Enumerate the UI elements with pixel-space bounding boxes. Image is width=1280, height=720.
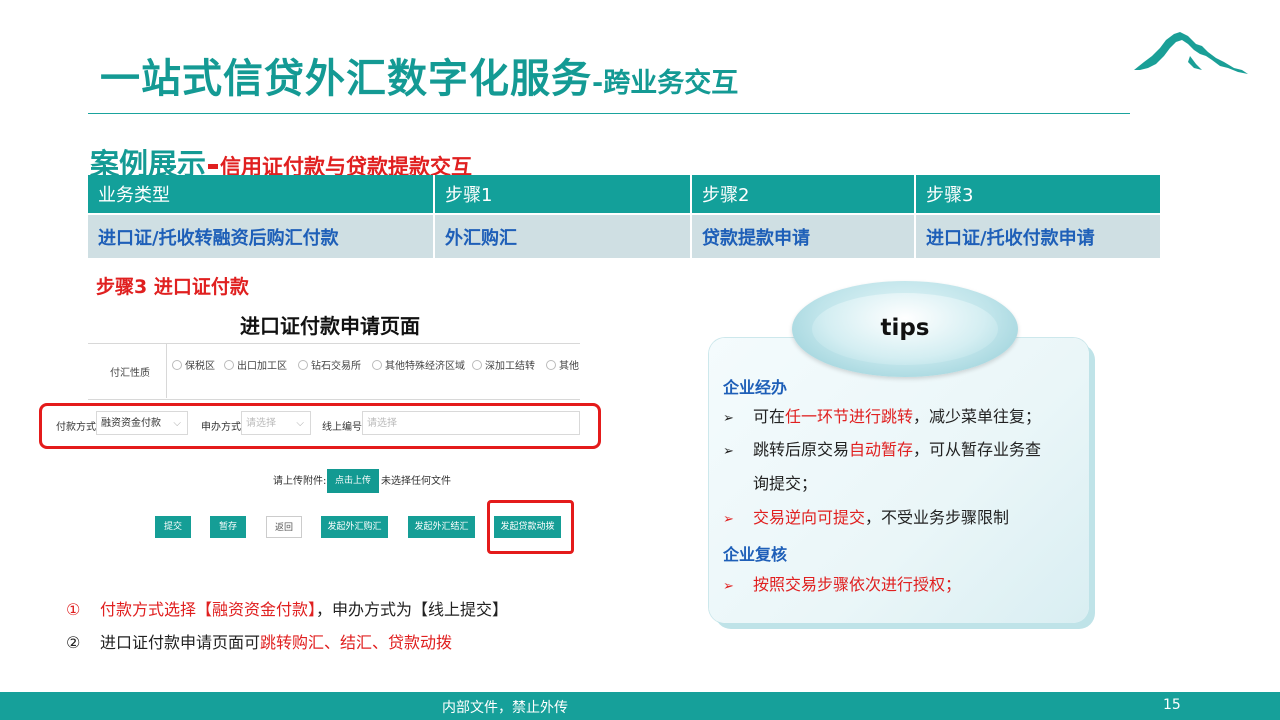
remit-radio-option[interactable]: 深加工结转 <box>472 357 535 372</box>
form-divider <box>166 343 167 398</box>
pay-method-value: 融资资金付款 <box>101 418 161 429</box>
radio-circle-icon <box>472 360 482 370</box>
note-number: ② <box>66 633 81 652</box>
tips-text: 可在 <box>753 407 786 426</box>
online-no-select[interactable]: 请选择 <box>362 411 580 435</box>
upload-button[interactable]: 点击上传 <box>327 469 379 493</box>
handle-method-select[interactable]: 请选择 ⌵ <box>241 411 311 435</box>
steps-header-cell: 步骤3 <box>915 175 1160 214</box>
table-row: 进口证/托收转融资后购汇付款 外汇购汇 贷款提款申请 进口证/托收付款申请 <box>88 213 1160 258</box>
footer-text: 内部文件，禁止外传 <box>442 700 568 716</box>
online-no-label: 线上编号 <box>322 422 362 433</box>
tips-item: ➢ 跳转后原交易自动暂存，可从暂存业务查 <box>723 440 1041 462</box>
tips-red-text: 按照交易步骤依次进行授权； <box>753 575 962 594</box>
note-item: ② 进口证付款申请页面可跳转购汇、结汇、贷款动拨 <box>66 629 452 653</box>
page-title-sub: -跨业务交互 <box>592 68 739 99</box>
pay-method-select[interactable]: 融资资金付款 ⌵ <box>96 411 188 435</box>
fx-purchase-button[interactable]: 发起外汇购汇 <box>321 516 388 538</box>
online-no-placeholder: 请选择 <box>367 418 397 429</box>
submit-button[interactable]: 提交 <box>155 516 191 538</box>
tips-red-text: 交易逆向可提交 <box>753 508 866 527</box>
save-draft-button[interactable]: 暂存 <box>210 516 246 538</box>
pay-method-label: 付款方式 <box>56 422 96 433</box>
remit-radio-option[interactable]: 出口加工区 <box>224 357 287 372</box>
steps-table: 业务类型 步骤1 步骤2 步骤3 进口证/托收转融资后购汇付款 外汇购汇 贷款提… <box>88 175 1160 258</box>
page-heading: 进口证付款申请页面 <box>240 314 420 338</box>
note-item: ① 付款方式选择【融资资金付款】，申办方式为【线上提交】 <box>66 596 508 620</box>
remit-radio-option[interactable]: 其他 <box>546 357 579 372</box>
upload-status: 未选择任何文件 <box>381 476 451 487</box>
remit-nature-label: 付汇性质 <box>110 368 150 379</box>
radio-circle-icon <box>372 360 382 370</box>
arrow-bullet-icon: ➢ <box>723 444 734 459</box>
radio-circle-icon <box>224 360 234 370</box>
note-text: 进口证付款申请页面可 <box>100 633 261 652</box>
tips-text: ，不受业务步骤限制 <box>865 508 1010 527</box>
steps-header-cell: 业务类型 <box>88 175 435 214</box>
tips-red-text: 任一环节进行跳转 <box>785 407 914 426</box>
page-title-main: 一站式信贷外汇数字化服务 <box>100 56 592 102</box>
handle-method-label: 申办方式 <box>201 422 241 433</box>
steps-cell: 外汇购汇 <box>434 213 692 258</box>
case-heading-dash <box>208 164 219 169</box>
note-red-text: 跳转购汇、结汇、贷款动拨 <box>260 633 453 652</box>
remit-radio-option[interactable]: 保税区 <box>172 357 215 372</box>
handle-method-placeholder: 请选择 <box>246 418 276 429</box>
arrow-bullet-icon: ➢ <box>723 512 734 527</box>
note-red-text: 付款方式选择【融资资金付款】 <box>100 600 317 619</box>
tips-item-continued: 询提交； <box>753 474 818 493</box>
radio-label: 深加工结转 <box>485 361 535 372</box>
tips-item: ➢ 可在任一环节进行跳转，减少菜单往复； <box>723 407 1041 429</box>
tips-text: 跳转后原交易 <box>753 440 850 459</box>
tips-text: ，可从暂存业务查 <box>913 440 1042 459</box>
upload-label: 请上传附件: <box>273 476 327 487</box>
radio-label: 钻石交易所 <box>311 361 361 372</box>
arrow-bullet-icon: ➢ <box>723 579 734 594</box>
radio-label: 其他特殊经济区域 <box>385 361 465 372</box>
steps-header-cell: 步骤1 <box>434 175 692 214</box>
tips-item: ➢ 交易逆向可提交，不受业务步骤限制 <box>723 508 1009 530</box>
steps-cell: 进口证/托收付款申请 <box>915 213 1160 258</box>
remit-radio-option[interactable]: 其他特殊经济区域 <box>372 357 465 372</box>
steps-table-header-row: 业务类型 步骤1 步骤2 步骤3 <box>88 175 1160 214</box>
radio-label: 保税区 <box>185 361 215 372</box>
radio-label: 出口加工区 <box>237 361 287 372</box>
tips-red-text: 自动暂存 <box>849 440 914 459</box>
tips-section-heading: 企业复核 <box>723 545 788 564</box>
radio-label: 其他 <box>559 361 579 372</box>
tips-text: ，减少菜单往复； <box>913 407 1042 426</box>
page-title: 一站式信贷外汇数字化服务-跨业务交互 <box>100 46 738 104</box>
arrow-bullet-icon: ➢ <box>723 411 734 426</box>
mountain-logo-icon <box>1134 32 1248 74</box>
back-button[interactable]: 返回 <box>266 516 302 538</box>
steps-cell: 进口证/托收转融资后购汇付款 <box>88 213 435 258</box>
tips-section-heading: 企业经办 <box>723 378 788 397</box>
radio-circle-icon <box>298 360 308 370</box>
title-divider <box>88 113 1130 114</box>
chevron-down-icon: ⌵ <box>173 418 181 429</box>
tips-item: ➢ 按照交易步骤依次进行授权； <box>723 575 961 597</box>
note-number: ① <box>66 600 81 619</box>
radio-circle-icon <box>546 360 556 370</box>
steps-header-cell: 步骤2 <box>691 175 916 214</box>
note-text: ，申办方式为【线上提交】 <box>316 600 509 619</box>
step3-label: 步骤3 进口证付款 <box>96 276 249 298</box>
page-number: 15 <box>1163 697 1181 713</box>
radio-circle-icon <box>172 360 182 370</box>
steps-cell: 贷款提款申请 <box>691 213 916 258</box>
fx-settlement-button[interactable]: 发起外汇结汇 <box>408 516 475 538</box>
tips-label: tips <box>880 315 930 341</box>
chevron-down-icon: ⌵ <box>296 418 304 429</box>
highlight-box-drawdown <box>487 500 574 554</box>
remit-radio-option[interactable]: 钻石交易所 <box>298 357 361 372</box>
